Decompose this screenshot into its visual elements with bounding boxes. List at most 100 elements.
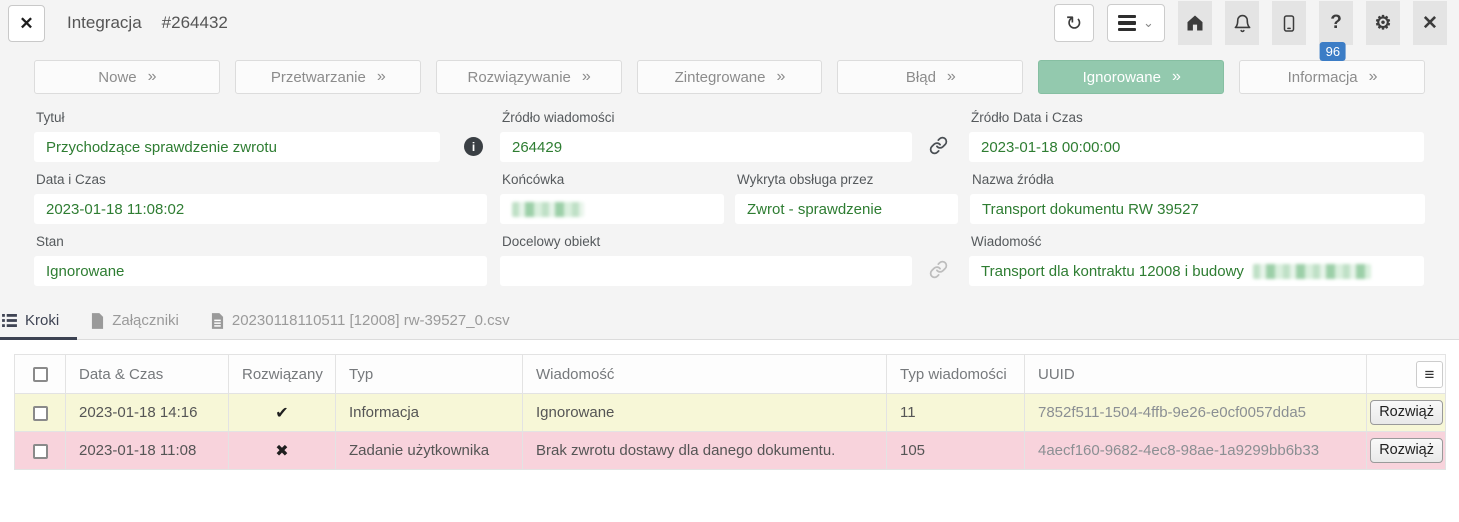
- wykryta-obsluga-value: Zwrot - sprawdzenie: [747, 201, 882, 218]
- file-text-icon: [211, 313, 224, 329]
- stage-label: Rozwiązywanie: [468, 69, 571, 86]
- field-label: Stan: [36, 234, 500, 249]
- record-form: Tytuł Przychodzące sprawdzenie zwrotu i …: [0, 94, 1459, 286]
- tytul-input[interactable]: Przychodzące sprawdzenie zwrotu: [34, 132, 440, 162]
- field-label: Wykryta obsługa przez: [737, 172, 970, 187]
- notifications-button[interactable]: [1225, 1, 1259, 45]
- column-header-typ-wiadomosci[interactable]: Typ wiadomości: [887, 355, 1025, 394]
- gear-icon: ⚙: [1374, 12, 1391, 35]
- select-all-checkbox[interactable]: [33, 367, 48, 382]
- field-docelowy-obiekt: Docelowy obiekt: [500, 234, 912, 286]
- field-stan: Stan Ignorowane: [34, 234, 500, 286]
- cell-actions: Rozwiąż: [1367, 432, 1446, 470]
- detail-tabs: Kroki Załączniki 20230118110511 [12008] …: [0, 304, 1459, 340]
- zrodlo-wiadomosci-value: 264429: [512, 139, 562, 156]
- cell-typ-wiadomosci: 11: [887, 394, 1025, 432]
- tab-zalaczniki[interactable]: Załączniki: [77, 304, 197, 339]
- tab-label: Kroki: [25, 312, 59, 329]
- home-button[interactable]: [1178, 1, 1212, 45]
- topbar-actions: ↻ ⌄ ? 96 ⚙ ✕: [1054, 1, 1447, 45]
- zrodlo-data-czas-input[interactable]: 2023-01-18 00:00:00: [969, 132, 1424, 162]
- hamburger-icon: [1118, 15, 1136, 32]
- list-icon: [2, 314, 17, 327]
- mobile-icon: [1280, 14, 1298, 33]
- column-header-rozwiazany[interactable]: Rozwiązany: [229, 355, 336, 394]
- stage-button-rozwiazywanie[interactable]: Rozwiązywanie »: [436, 60, 622, 94]
- header-select-cell: [15, 355, 66, 394]
- chevron-double-icon: »: [377, 68, 385, 86]
- stage-button-nowe[interactable]: Nowe »: [34, 60, 220, 94]
- tytul-value: Przychodzące sprawdzenie zwrotu: [46, 139, 277, 156]
- zrodlo-data-czas-value: 2023-01-18 00:00:00: [981, 139, 1120, 156]
- stan-value: Ignorowane: [46, 263, 124, 280]
- data-czas-input[interactable]: 2023-01-18 11:08:02: [34, 194, 487, 224]
- check-icon: ✔: [275, 405, 288, 422]
- close-record-button[interactable]: ✕: [8, 5, 45, 42]
- chevron-double-icon: »: [148, 68, 156, 86]
- nazwa-zrodla-value: Transport dokumentu RW 39527: [982, 201, 1199, 218]
- redacted-value: [512, 202, 584, 217]
- cell-wiadomosc: Ignorowane: [523, 394, 887, 432]
- row-checkbox[interactable]: [33, 406, 48, 421]
- field-nazwa-zrodla: Nazwa źródła Transport dokumentu RW 3952…: [970, 172, 1425, 224]
- mobile-button[interactable]: [1272, 1, 1306, 45]
- wiadomosc-input[interactable]: Transport dla kontraktu 12008 i budowy: [969, 256, 1424, 286]
- form-row-1: Tytuł Przychodzące sprawdzenie zwrotu i …: [34, 110, 1425, 162]
- field-zrodlo-wiadomosci: Źródło wiadomości 264429: [500, 110, 912, 162]
- resolve-button[interactable]: Rozwiąż: [1370, 438, 1443, 463]
- close-app-button[interactable]: ✕: [1413, 1, 1447, 45]
- koncowka-input[interactable]: [500, 194, 724, 224]
- info-icon[interactable]: i: [464, 137, 483, 156]
- field-koncowka: Końcówka: [500, 172, 735, 224]
- page-title: Integracja #264432: [67, 13, 228, 33]
- field-label: Źródło wiadomości: [502, 110, 912, 125]
- zrodlo-wiadomosci-input[interactable]: 264429: [500, 132, 912, 162]
- table-row: 2023-01-18 11:08 ✖ Zadanie użytkownika B…: [15, 432, 1446, 470]
- nazwa-zrodla-input[interactable]: Transport dokumentu RW 39527: [970, 194, 1425, 224]
- chevron-double-icon: »: [947, 68, 955, 86]
- wykryta-obsluga-input[interactable]: Zwrot - sprawdzenie: [735, 194, 958, 224]
- stage-button-przetwarzanie[interactable]: Przetwarzanie »: [235, 60, 421, 94]
- cell-uuid: 4aecf160-9682-4ec8-98ae-1a9299bb6b33: [1025, 432, 1367, 470]
- column-header-typ[interactable]: Typ: [336, 355, 523, 394]
- link-icon[interactable]: [929, 136, 948, 158]
- column-header-uuid[interactable]: UUID: [1025, 355, 1367, 394]
- stage-button-informacja[interactable]: Informacja »: [1239, 60, 1425, 94]
- steps-table: Data & Czas Rozwiązany Typ Wiadomość Typ…: [14, 354, 1446, 470]
- stage-button-ignorowane[interactable]: Ignorowane »: [1038, 60, 1224, 94]
- chevron-double-icon: »: [777, 68, 785, 86]
- tab-kroki[interactable]: Kroki: [0, 304, 77, 339]
- row-checkbox[interactable]: [33, 444, 48, 459]
- settings-button[interactable]: ⚙: [1366, 1, 1400, 45]
- field-data-czas: Data i Czas 2023-01-18 11:08:02: [34, 172, 500, 224]
- steps-section: Data & Czas Rozwiązany Typ Wiadomość Typ…: [0, 340, 1459, 522]
- stan-input[interactable]: Ignorowane: [34, 256, 487, 286]
- stage-label: Przetwarzanie: [271, 69, 366, 86]
- record-id: #264432: [162, 13, 228, 33]
- record-type-label: Integracja: [67, 13, 142, 33]
- column-header-datetime[interactable]: Data & Czas: [66, 355, 229, 394]
- field-label: Źródło Data i Czas: [971, 110, 1424, 125]
- column-menu-button[interactable]: ≡: [1416, 361, 1443, 388]
- tab-label: 20230118110511 [12008] rw-39527_0.csv: [232, 312, 510, 329]
- close-icon: ✕: [19, 14, 33, 33]
- home-icon: [1185, 13, 1205, 33]
- wiadomosc-value: Transport dla kontraktu 12008 i budowy: [981, 263, 1244, 280]
- stage-button-zintegrowane[interactable]: Zintegrowane »: [637, 60, 823, 94]
- docelowy-obiekt-input[interactable]: [500, 256, 912, 286]
- column-header-wiadomosc[interactable]: Wiadomość: [523, 355, 887, 394]
- form-row-2: Data i Czas 2023-01-18 11:08:02 Końcówka…: [34, 172, 1425, 224]
- stage-button-blad[interactable]: Błąd »: [837, 60, 1023, 94]
- cell-typ: Zadanie użytkownika: [336, 432, 523, 470]
- chevron-down-icon: ⌄: [1143, 15, 1154, 31]
- field-label: Tytuł: [36, 110, 440, 125]
- data-czas-value: 2023-01-18 11:08:02: [46, 201, 184, 218]
- field-tytul: Tytuł Przychodzące sprawdzenie zwrotu: [34, 110, 440, 162]
- tab-attachment-csv[interactable]: 20230118110511 [12008] rw-39527_0.csv: [197, 304, 528, 339]
- actions-menu-button[interactable]: ⌄: [1107, 4, 1165, 42]
- help-button[interactable]: ? 96: [1319, 1, 1353, 45]
- resolve-button[interactable]: Rozwiąż: [1370, 400, 1443, 425]
- stage-label: Informacja: [1288, 69, 1358, 86]
- hamburger-icon: ≡: [1425, 365, 1435, 384]
- refresh-button[interactable]: ↻: [1054, 4, 1094, 42]
